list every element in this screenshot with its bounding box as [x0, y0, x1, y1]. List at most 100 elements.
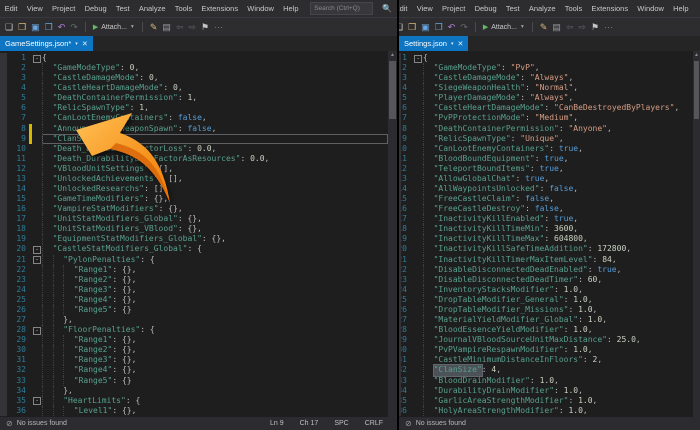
code-line[interactable]: 19 "InactivityKillTimeMax": 604800, [399, 234, 691, 245]
code-line[interactable]: 14 "AllWaypointsUnlocked": false, [399, 184, 691, 195]
close-tab-icon[interactable]: ✕ [457, 40, 463, 48]
code-line[interactable]: 34}, [0, 385, 388, 396]
fold-margin[interactable] [413, 164, 423, 174]
code-line[interactable]: 18 "InactivityKillTimeMin": 3600, [399, 224, 691, 235]
navigate-back-icon[interactable]: ⇦ [176, 22, 184, 32]
fold-margin[interactable]: - [32, 396, 42, 406]
fold-margin[interactable] [413, 184, 423, 194]
code-line[interactable]: 29 "Range1": {}, [0, 335, 388, 346]
fold-margin[interactable] [413, 73, 423, 83]
comment-icon[interactable]: ✎ [540, 22, 548, 32]
code-line[interactable]: 32 "Range4": {}, [0, 365, 388, 376]
code-line[interactable]: 7 "CanLootEnemyContainers": false, [0, 113, 388, 124]
code-line[interactable]: 3 "CastleDamageMode": 0, [0, 73, 388, 84]
code-line[interactable]: 13 "UnlockedAchievements": [], [0, 173, 388, 185]
navigate-forward-icon[interactable]: ⇨ [188, 22, 196, 32]
fold-margin[interactable] [32, 406, 42, 416]
fold-margin[interactable] [413, 194, 423, 204]
code-line[interactable]: 28 "BloodEssenceYieldModifier": 1.0, [399, 325, 691, 336]
fold-margin[interactable] [32, 124, 42, 134]
code-line[interactable]: 35- "HeartLimits": { [0, 395, 388, 406]
fold-margin[interactable] [413, 244, 423, 254]
more-options-icon[interactable]: ⋯ [214, 22, 223, 32]
fold-margin[interactable] [413, 265, 423, 275]
fold-margin[interactable] [413, 204, 423, 214]
code-line[interactable]: 4 "CastleHeartDamageMode": 0, [0, 83, 388, 94]
code-line[interactable]: 6 "CastleHeartDamageMode": "CanBeDestroye… [399, 103, 691, 114]
code-line[interactable]: 18 "UnitStatModifiers_VBlood": {}, [0, 224, 388, 235]
fold-margin[interactable] [413, 144, 423, 154]
scroll-up-icon[interactable]: ▲ [388, 52, 397, 58]
chevron-down-icon[interactable]: ▼ [130, 24, 135, 30]
fold-margin[interactable] [32, 93, 42, 103]
fold-margin[interactable] [32, 174, 42, 184]
fold-margin[interactable] [32, 194, 42, 204]
code-line[interactable]: 3 "CastleDamageMode": "Always", [399, 73, 691, 84]
new-file-icon[interactable]: ❏ [5, 22, 13, 32]
code-line[interactable]: 25 "Range4": {}, [0, 294, 388, 305]
vertical-scrollbar[interactable]: ▲ [388, 51, 397, 417]
fold-margin[interactable] [32, 376, 42, 386]
screenshot-icon[interactable]: ▤ [162, 22, 171, 32]
attach-button[interactable]: ▶ Attach... ▼ [93, 23, 135, 32]
code-line[interactable]: 19 "EquipmentStatModifiers_Global": {}, [0, 234, 388, 245]
fold-margin[interactable]: - [32, 244, 42, 254]
fold-margin[interactable] [32, 265, 42, 275]
redo-icon[interactable]: ↷ [460, 22, 468, 32]
menu-project[interactable]: Project [47, 4, 80, 13]
code-line[interactable]: 27}, [0, 315, 388, 326]
fold-collapse-icon[interactable]: - [33, 326, 41, 335]
code-line[interactable]: 10 "CanLootEnemyContainers": true, [399, 143, 691, 154]
code-editor[interactable]: 1-{2 "GameModeType": 0, 3 "CastleDamageMode… [0, 51, 397, 417]
fold-margin[interactable] [413, 83, 423, 93]
menu-view[interactable]: View [22, 4, 47, 13]
scroll-up-icon[interactable]: ▲ [693, 52, 700, 58]
fold-margin[interactable] [413, 355, 423, 365]
menu-test[interactable]: Test [111, 4, 134, 13]
fold-margin[interactable] [32, 345, 42, 355]
fold-collapse-icon[interactable]: - [33, 245, 41, 254]
code-line[interactable]: 9 "RelicSpawnType": "Unique", [399, 133, 691, 144]
code-line[interactable]: 20- "CastleStatModifiers_Global": { [0, 244, 388, 255]
code-line[interactable]: 15 "GameTimeModifiers": {}, [0, 194, 388, 205]
undo-icon[interactable]: ↶ [58, 22, 66, 32]
open-folder-icon[interactable]: ❒ [408, 22, 416, 32]
fold-margin[interactable] [32, 224, 42, 234]
undo-icon[interactable]: ↶ [448, 22, 456, 32]
fold-margin[interactable] [32, 365, 42, 375]
code-line[interactable]: 7 "PvPProtectionMode": "Medium", [399, 113, 691, 124]
fold-margin[interactable] [413, 275, 423, 285]
fold-margin[interactable] [32, 214, 42, 224]
fold-margin[interactable] [413, 325, 423, 335]
comment-icon[interactable]: ✎ [150, 22, 158, 32]
fold-margin[interactable]: - [32, 53, 42, 63]
code-line[interactable]: 32 "ClanSize": 4, [399, 365, 691, 376]
code-line[interactable]: 20 "InactivityKillSafeTimeAddition": 1728… [399, 244, 691, 255]
code-line[interactable]: 17 "InactivityKillEnabled": true, [399, 214, 691, 225]
fold-margin[interactable] [413, 134, 423, 144]
fold-margin[interactable] [32, 234, 42, 244]
fold-margin[interactable] [32, 204, 42, 214]
open-folder-icon[interactable]: ❒ [18, 22, 26, 32]
close-tab-icon[interactable]: ✕ [82, 40, 88, 48]
fold-margin[interactable]: - [32, 255, 42, 265]
code-line[interactable]: 24 "Range3": {}, [0, 284, 388, 295]
fold-margin[interactable] [32, 295, 42, 305]
fold-collapse-icon[interactable]: - [414, 54, 422, 63]
code-line[interactable]: 27 "MaterialYieldModifier_Global": 1.0, [399, 315, 691, 326]
code-line[interactable]: 12 "TeleportBoundItems": true, [399, 163, 691, 174]
code-line[interactable]: 23 "DisableDisconnectedDeadTimer": 60, [399, 274, 691, 285]
code-line[interactable]: 29 "JournalVBloodSourceUnitMaxDistance": … [399, 335, 691, 346]
code-line[interactable]: 26 "Range5": {} [0, 304, 388, 316]
fold-margin[interactable] [413, 295, 423, 305]
code-line[interactable]: 5 "DeathContainerPermission": 1, [0, 93, 388, 104]
menu-test[interactable]: Test [501, 4, 524, 13]
code-line[interactable]: 34 "DurabilityDrainModifier": 1.0, [399, 385, 691, 396]
redo-icon[interactable]: ↷ [70, 22, 78, 32]
code-line[interactable]: 35 "GarlicAreaStrengthModifier": 1.0, [399, 395, 691, 406]
fold-margin[interactable] [32, 275, 42, 285]
menu-extensions[interactable]: Extensions [587, 4, 633, 13]
fold-margin[interactable]: - [32, 325, 42, 335]
scrollbar-thumb[interactable] [389, 61, 396, 119]
fold-margin[interactable] [413, 174, 423, 184]
